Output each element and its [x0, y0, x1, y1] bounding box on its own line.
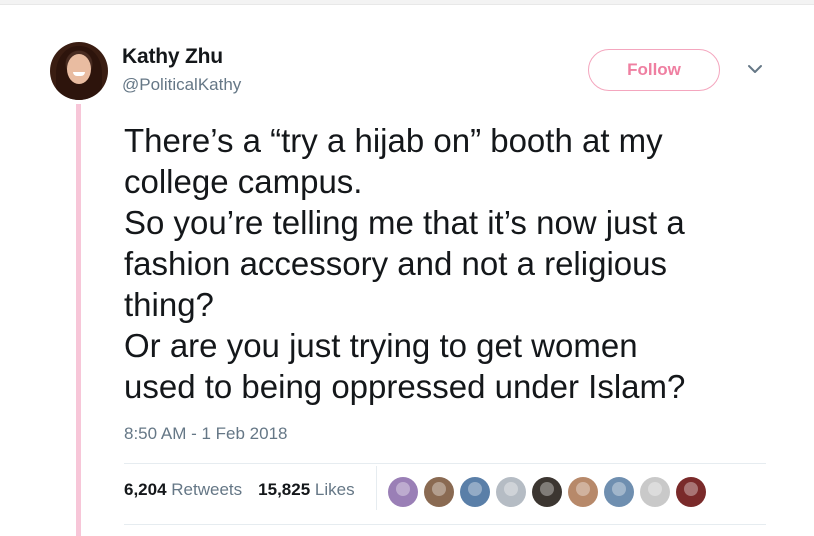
tweet-line: used to being oppressed under Islam?	[124, 368, 686, 405]
stats-top-divider	[124, 463, 766, 464]
retweets-stat[interactable]: 6,204 Retweets	[124, 480, 242, 500]
liker-avatar[interactable]	[496, 477, 526, 507]
liker-avatar[interactable]	[568, 477, 598, 507]
avatar[interactable]	[50, 42, 108, 100]
tweet-stats: 6,204 Retweets 15,825 Likes	[124, 480, 355, 500]
follow-button[interactable]: Follow	[588, 49, 720, 91]
stats-bottom-divider	[124, 524, 766, 525]
liker-avatar-face	[504, 482, 518, 496]
liker-avatar[interactable]	[424, 477, 454, 507]
liker-avatar[interactable]	[676, 477, 706, 507]
thread-line	[76, 104, 81, 536]
retweets-label: Retweets	[171, 480, 243, 499]
liker-avatar-face	[396, 482, 410, 496]
liker-avatar-face	[648, 482, 662, 496]
liker-avatar-face	[468, 482, 482, 496]
likes-label: Likes	[314, 480, 355, 499]
liker-avatar-face	[684, 482, 698, 496]
tweet-line: So you’re telling me that it’s now just …	[124, 204, 685, 241]
liker-avatar-face	[432, 482, 446, 496]
tweet-line: fashion accessory and not a religious	[124, 245, 667, 282]
liker-avatar[interactable]	[460, 477, 490, 507]
liker-avatar-face	[576, 482, 590, 496]
author-handle[interactable]: @PoliticalKathy	[122, 75, 241, 95]
stats-separator	[376, 466, 377, 510]
tweet-line: There’s a “try a hijab on” booth at my	[124, 122, 663, 159]
tweet-timestamp[interactable]: 8:50 AM - 1 Feb 2018	[124, 424, 288, 444]
liker-avatar[interactable]	[640, 477, 670, 507]
chevron-down-icon[interactable]	[746, 62, 764, 76]
top-border	[0, 0, 814, 5]
retweets-count: 6,204	[124, 480, 167, 499]
liker-avatar[interactable]	[532, 477, 562, 507]
liker-avatar[interactable]	[604, 477, 634, 507]
likers-avatars	[388, 477, 706, 507]
tweet-line: college campus.	[124, 163, 363, 200]
liker-avatar-face	[540, 482, 554, 496]
liker-avatar[interactable]	[388, 477, 418, 507]
liker-avatar-face	[612, 482, 626, 496]
author-name[interactable]: Kathy Zhu	[122, 45, 223, 69]
avatar-face	[67, 54, 91, 84]
tweet-text: There’s a “try a hijab on” booth at my c…	[124, 120, 784, 407]
tweet-line: Or are you just trying to get women	[124, 327, 638, 364]
likes-stat[interactable]: 15,825 Likes	[258, 480, 354, 500]
tweet-line: thing?	[124, 286, 214, 323]
likes-count: 15,825	[258, 480, 311, 499]
